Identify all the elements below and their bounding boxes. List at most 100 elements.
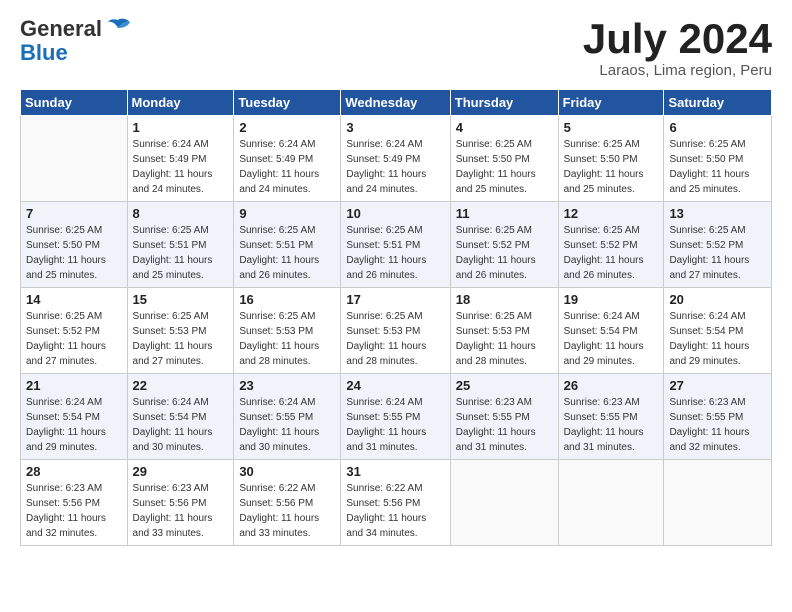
- day-number: 17: [346, 292, 444, 307]
- calendar-cell: 17 Sunrise: 6:25 AM Sunset: 5:53 PM Dayl…: [341, 288, 450, 374]
- calendar-cell: 20 Sunrise: 6:24 AM Sunset: 5:54 PM Dayl…: [664, 288, 772, 374]
- day-info: Sunrise: 6:25 AM Sunset: 5:50 PM Dayligh…: [669, 137, 766, 197]
- calendar-cell: 23 Sunrise: 6:24 AM Sunset: 5:55 PM Dayl…: [234, 374, 341, 460]
- calendar-cell: 30 Sunrise: 6:22 AM Sunset: 5:56 PM Dayl…: [234, 460, 341, 546]
- day-number: 27: [669, 378, 766, 393]
- calendar-cell: [664, 460, 772, 546]
- calendar-cell: 19 Sunrise: 6:24 AM Sunset: 5:54 PM Dayl…: [558, 288, 664, 374]
- calendar-cell: 11 Sunrise: 6:25 AM Sunset: 5:52 PM Dayl…: [450, 202, 558, 288]
- day-number: 23: [239, 378, 335, 393]
- title-block: July 2024 Laraos, Lima region, Peru: [583, 16, 772, 79]
- calendar-cell: 21 Sunrise: 6:24 AM Sunset: 5:54 PM Dayl…: [21, 374, 128, 460]
- week-row-3: 21 Sunrise: 6:24 AM Sunset: 5:54 PM Dayl…: [21, 374, 772, 460]
- col-sunday: Sunday: [21, 90, 128, 116]
- day-number: 1: [133, 120, 229, 135]
- day-number: 25: [456, 378, 553, 393]
- day-info: Sunrise: 6:25 AM Sunset: 5:53 PM Dayligh…: [456, 309, 553, 369]
- calendar-cell: 25 Sunrise: 6:23 AM Sunset: 5:55 PM Dayl…: [450, 374, 558, 460]
- day-number: 8: [133, 206, 229, 221]
- calendar-cell: 8 Sunrise: 6:25 AM Sunset: 5:51 PM Dayli…: [127, 202, 234, 288]
- day-info: Sunrise: 6:25 AM Sunset: 5:53 PM Dayligh…: [239, 309, 335, 369]
- day-number: 16: [239, 292, 335, 307]
- logo-bird-icon: [104, 18, 132, 40]
- day-info: Sunrise: 6:25 AM Sunset: 5:50 PM Dayligh…: [26, 223, 122, 283]
- day-info: Sunrise: 6:24 AM Sunset: 5:55 PM Dayligh…: [346, 395, 444, 455]
- col-thursday: Thursday: [450, 90, 558, 116]
- day-number: 5: [564, 120, 659, 135]
- day-info: Sunrise: 6:24 AM Sunset: 5:54 PM Dayligh…: [133, 395, 229, 455]
- day-number: 24: [346, 378, 444, 393]
- calendar-cell: [21, 116, 128, 202]
- day-number: 3: [346, 120, 444, 135]
- day-number: 7: [26, 206, 122, 221]
- col-wednesday: Wednesday: [341, 90, 450, 116]
- day-number: 14: [26, 292, 122, 307]
- day-info: Sunrise: 6:25 AM Sunset: 5:53 PM Dayligh…: [346, 309, 444, 369]
- day-number: 28: [26, 464, 122, 479]
- day-info: Sunrise: 6:22 AM Sunset: 5:56 PM Dayligh…: [239, 481, 335, 541]
- day-number: 9: [239, 206, 335, 221]
- calendar-cell: 31 Sunrise: 6:22 AM Sunset: 5:56 PM Dayl…: [341, 460, 450, 546]
- day-number: 30: [239, 464, 335, 479]
- calendar-cell: 6 Sunrise: 6:25 AM Sunset: 5:50 PM Dayli…: [664, 116, 772, 202]
- day-number: 15: [133, 292, 229, 307]
- day-info: Sunrise: 6:24 AM Sunset: 5:54 PM Dayligh…: [669, 309, 766, 369]
- col-friday: Friday: [558, 90, 664, 116]
- day-number: 21: [26, 378, 122, 393]
- day-number: 11: [456, 206, 553, 221]
- day-number: 2: [239, 120, 335, 135]
- col-monday: Monday: [127, 90, 234, 116]
- day-number: 22: [133, 378, 229, 393]
- calendar-table: Sunday Monday Tuesday Wednesday Thursday…: [20, 89, 772, 546]
- day-info: Sunrise: 6:23 AM Sunset: 5:55 PM Dayligh…: [669, 395, 766, 455]
- logo-blue: Blue: [20, 40, 68, 65]
- calendar-cell: 13 Sunrise: 6:25 AM Sunset: 5:52 PM Dayl…: [664, 202, 772, 288]
- day-number: 12: [564, 206, 659, 221]
- day-info: Sunrise: 6:25 AM Sunset: 5:53 PM Dayligh…: [133, 309, 229, 369]
- day-info: Sunrise: 6:24 AM Sunset: 5:55 PM Dayligh…: [239, 395, 335, 455]
- calendar-cell: 7 Sunrise: 6:25 AM Sunset: 5:50 PM Dayli…: [21, 202, 128, 288]
- calendar-cell: 16 Sunrise: 6:25 AM Sunset: 5:53 PM Dayl…: [234, 288, 341, 374]
- col-saturday: Saturday: [664, 90, 772, 116]
- day-number: 6: [669, 120, 766, 135]
- day-number: 18: [456, 292, 553, 307]
- week-row-2: 14 Sunrise: 6:25 AM Sunset: 5:52 PM Dayl…: [21, 288, 772, 374]
- day-info: Sunrise: 6:24 AM Sunset: 5:54 PM Dayligh…: [564, 309, 659, 369]
- calendar-cell: 14 Sunrise: 6:25 AM Sunset: 5:52 PM Dayl…: [21, 288, 128, 374]
- day-number: 10: [346, 206, 444, 221]
- calendar-cell: 28 Sunrise: 6:23 AM Sunset: 5:56 PM Dayl…: [21, 460, 128, 546]
- week-row-1: 7 Sunrise: 6:25 AM Sunset: 5:50 PM Dayli…: [21, 202, 772, 288]
- day-info: Sunrise: 6:25 AM Sunset: 5:52 PM Dayligh…: [564, 223, 659, 283]
- day-info: Sunrise: 6:24 AM Sunset: 5:49 PM Dayligh…: [133, 137, 229, 197]
- calendar-cell: [558, 460, 664, 546]
- calendar-cell: 18 Sunrise: 6:25 AM Sunset: 5:53 PM Dayl…: [450, 288, 558, 374]
- calendar-cell: [450, 460, 558, 546]
- day-info: Sunrise: 6:24 AM Sunset: 5:54 PM Dayligh…: [26, 395, 122, 455]
- week-row-0: 1 Sunrise: 6:24 AM Sunset: 5:49 PM Dayli…: [21, 116, 772, 202]
- day-info: Sunrise: 6:23 AM Sunset: 5:56 PM Dayligh…: [133, 481, 229, 541]
- location: Laraos, Lima region, Peru: [583, 62, 772, 79]
- calendar-cell: 10 Sunrise: 6:25 AM Sunset: 5:51 PM Dayl…: [341, 202, 450, 288]
- day-info: Sunrise: 6:23 AM Sunset: 5:55 PM Dayligh…: [564, 395, 659, 455]
- day-number: 26: [564, 378, 659, 393]
- calendar-cell: 2 Sunrise: 6:24 AM Sunset: 5:49 PM Dayli…: [234, 116, 341, 202]
- day-info: Sunrise: 6:22 AM Sunset: 5:56 PM Dayligh…: [346, 481, 444, 541]
- day-number: 29: [133, 464, 229, 479]
- day-info: Sunrise: 6:25 AM Sunset: 5:52 PM Dayligh…: [669, 223, 766, 283]
- day-info: Sunrise: 6:25 AM Sunset: 5:51 PM Dayligh…: [239, 223, 335, 283]
- day-number: 13: [669, 206, 766, 221]
- day-number: 31: [346, 464, 444, 479]
- day-info: Sunrise: 6:25 AM Sunset: 5:51 PM Dayligh…: [133, 223, 229, 283]
- calendar-cell: 9 Sunrise: 6:25 AM Sunset: 5:51 PM Dayli…: [234, 202, 341, 288]
- calendar-cell: 29 Sunrise: 6:23 AM Sunset: 5:56 PM Dayl…: [127, 460, 234, 546]
- calendar-cell: 26 Sunrise: 6:23 AM Sunset: 5:55 PM Dayl…: [558, 374, 664, 460]
- calendar-cell: 22 Sunrise: 6:24 AM Sunset: 5:54 PM Dayl…: [127, 374, 234, 460]
- header: General Blue July 2024 Laraos, Lima regi…: [20, 16, 772, 79]
- day-info: Sunrise: 6:25 AM Sunset: 5:50 PM Dayligh…: [456, 137, 553, 197]
- day-info: Sunrise: 6:23 AM Sunset: 5:56 PM Dayligh…: [26, 481, 122, 541]
- day-info: Sunrise: 6:25 AM Sunset: 5:52 PM Dayligh…: [26, 309, 122, 369]
- day-info: Sunrise: 6:24 AM Sunset: 5:49 PM Dayligh…: [346, 137, 444, 197]
- header-row: Sunday Monday Tuesday Wednesday Thursday…: [21, 90, 772, 116]
- calendar-cell: 5 Sunrise: 6:25 AM Sunset: 5:50 PM Dayli…: [558, 116, 664, 202]
- logo: General Blue: [20, 16, 132, 66]
